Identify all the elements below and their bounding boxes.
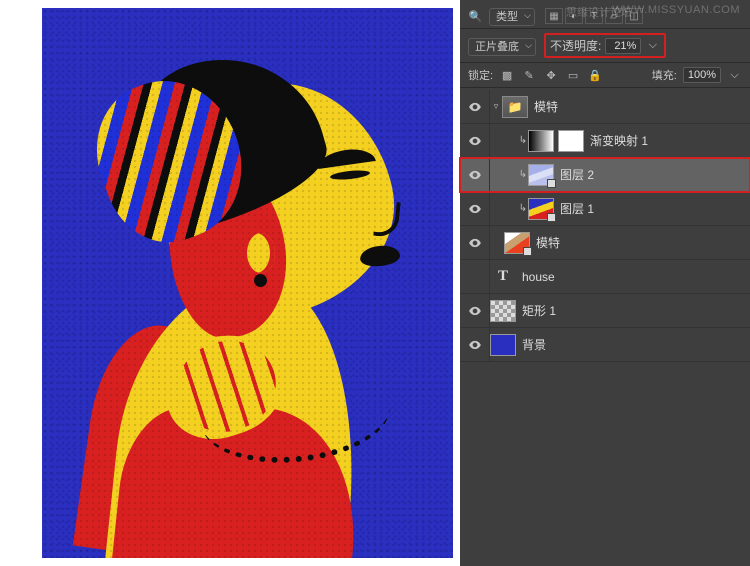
chevron-down-icon[interactable]: ⌵ [727, 68, 742, 83]
layer-name[interactable]: 图层 2 [560, 166, 594, 183]
blend-mode-select[interactable]: 正片叠底 [468, 38, 536, 54]
disclosure-down-icon[interactable]: ▿ [490, 101, 502, 112]
canvas-area [0, 0, 460, 566]
layer-name[interactable]: 模特 [534, 98, 558, 115]
folder-icon: 📁 [502, 96, 528, 118]
visibility-icon[interactable] [468, 202, 482, 216]
fill-label: 填充: [652, 67, 677, 83]
filter-kind-select[interactable]: 类型 [489, 8, 535, 24]
visibility-icon[interactable] [468, 134, 482, 148]
lock-artboard-icon[interactable]: ▭ [565, 68, 581, 83]
opacity-value[interactable]: 21% [605, 38, 641, 54]
clip-indicator-icon: ↳ [518, 203, 528, 214]
filter-smart-icon[interactable]: ◫ [625, 8, 643, 24]
layer-thumb[interactable] [504, 232, 530, 254]
layer-name[interactable]: 背景 [522, 336, 546, 353]
layer-rect1[interactable]: 矩形 1 [460, 294, 750, 328]
visibility-off[interactable] [460, 260, 490, 293]
visibility-icon[interactable] [468, 100, 482, 114]
layer-name[interactable]: 渐变映射 1 [590, 132, 648, 149]
shape-thumb[interactable] [490, 300, 516, 322]
blend-mode-value: 正片叠底 [468, 38, 536, 56]
layer-thumb[interactable] [490, 334, 516, 356]
visibility-icon[interactable] [468, 338, 482, 352]
fill-value[interactable]: 100% [683, 67, 721, 83]
artwork-figure [42, 8, 453, 558]
visibility-icon[interactable] [468, 304, 482, 318]
layer-thumb[interactable] [528, 198, 554, 220]
lock-label: 锁定: [468, 67, 493, 83]
filter-type-buttons: ▦ ◐ T ▱ ◫ [545, 8, 643, 24]
mask-thumb[interactable] [558, 130, 584, 152]
layers-list: ▿ 📁 模特 ↳ 渐变映射 1 ↳ 图层 2 ↳ 图层 1 [460, 88, 750, 364]
filter-adjust-icon[interactable]: ◐ [565, 8, 583, 24]
clip-indicator-icon: ↳ [518, 169, 528, 180]
opacity-label: 不透明度: [550, 37, 601, 54]
layer-background[interactable]: 背景 [460, 328, 750, 362]
artwork-canvas[interactable] [42, 8, 453, 558]
chevron-down-icon[interactable]: ⌵ [645, 38, 660, 53]
layer-name[interactable]: 图层 1 [560, 200, 594, 217]
filter-kind-label: 类型 [489, 8, 535, 26]
lock-transparency-icon[interactable]: ▩ [499, 68, 515, 83]
clip-indicator-icon: ↳ [518, 135, 528, 146]
type-layer-icon: T [490, 266, 516, 288]
lock-row: 锁定: ▩ ✎ ✥ ▭ 🔒 填充: 100% ⌵ [460, 63, 750, 88]
opacity-control-highlight: 不透明度: 21% ⌵ [544, 33, 666, 58]
layer-name[interactable]: 矩形 1 [522, 302, 556, 319]
layer-name[interactable]: 模特 [536, 234, 560, 251]
blend-opacity-row: 正片叠底 不透明度: 21% ⌵ [460, 29, 750, 63]
layer-gradient-map[interactable]: ↳ 渐变映射 1 [460, 124, 750, 158]
visibility-icon[interactable] [468, 168, 482, 182]
layer-layer1[interactable]: ↳ 图层 1 [460, 192, 750, 226]
layers-panel: 思缘设计论坛 WWW.MISSYUAN.COM 🔍 类型 ▦ ◐ T ▱ ◫ 正… [460, 0, 750, 566]
search-icon: 🔍 [468, 9, 483, 24]
filter-type-icon[interactable]: T [585, 8, 603, 24]
layer-text-house[interactable]: T house [460, 260, 750, 294]
lock-move-icon[interactable]: ✥ [543, 68, 559, 83]
layer-name[interactable]: house [522, 270, 555, 284]
lock-all-icon[interactable]: 🔒 [587, 68, 603, 83]
filter-pixel-icon[interactable]: ▦ [545, 8, 563, 24]
layer-thumb[interactable] [528, 164, 554, 186]
filter-shape-icon[interactable]: ▱ [605, 8, 623, 24]
layer-layer2[interactable]: ↳ 图层 2 [460, 158, 750, 192]
layer-model[interactable]: 模特 [460, 226, 750, 260]
filter-row: 🔍 类型 ▦ ◐ T ▱ ◫ [460, 0, 750, 29]
lock-brush-icon[interactable]: ✎ [521, 68, 537, 83]
visibility-icon[interactable] [468, 236, 482, 250]
adjustment-thumb[interactable] [528, 130, 554, 152]
layer-group-model[interactable]: ▿ 📁 模特 [460, 90, 750, 124]
